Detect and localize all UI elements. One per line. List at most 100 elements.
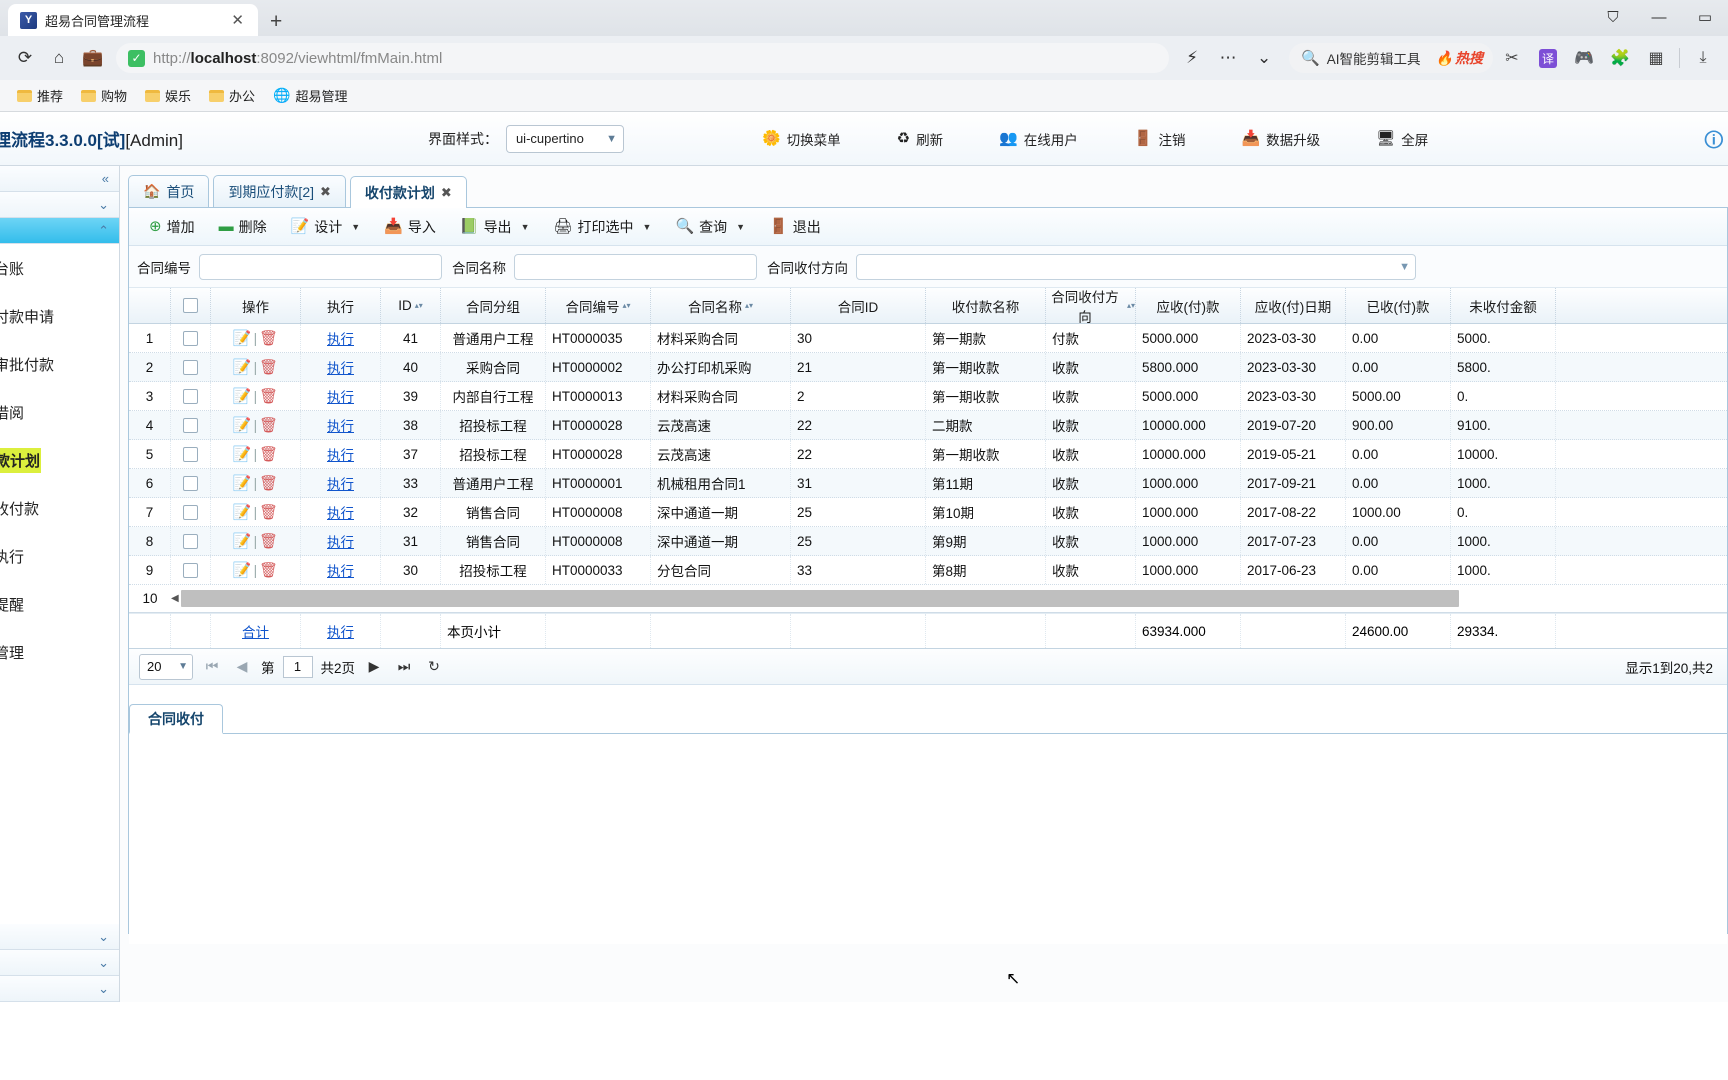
close-tab-icon[interactable]: ✖ xyxy=(441,185,452,201)
sidebar-item-payment-request[interactable]: 付款申请 xyxy=(0,292,119,340)
bookmark-item[interactable]: 办公 xyxy=(202,83,262,108)
execute-link[interactable]: 执行 xyxy=(327,502,354,522)
import-button[interactable]: 📥 导入 xyxy=(372,217,448,237)
bookmark-item[interactable]: 娱乐 xyxy=(138,83,198,108)
sidebar-collapse-bar-2[interactable]: ⌄ xyxy=(0,192,119,218)
bookmark-item[interactable]: 🌐 超易管理 xyxy=(266,83,354,108)
row-checkbox[interactable] xyxy=(183,417,198,433)
execute-link[interactable]: 执行 xyxy=(327,531,354,551)
edit-icon[interactable]: 📝 xyxy=(233,532,252,550)
ui-style-select[interactable]: ui-cupertino ▼ xyxy=(505,124,624,153)
translate-icon[interactable]: 译 xyxy=(1531,41,1565,75)
close-tab-icon[interactable]: ✖ xyxy=(320,184,331,200)
refresh-page-button[interactable]: ↻ xyxy=(423,658,445,675)
game-icon[interactable]: 🎮 xyxy=(1567,41,1601,75)
page-number-input[interactable]: 1 xyxy=(282,655,313,678)
grid-header-code[interactable]: 合同编号 ▴▾ xyxy=(546,288,651,323)
contract-number-filter[interactable] xyxy=(199,253,442,280)
hot-search-badge[interactable]: 🔥 热搜 xyxy=(1436,48,1483,68)
execute-link[interactable]: 执行 xyxy=(327,444,354,464)
delete-icon[interactable]: 🗑 xyxy=(259,532,278,550)
edit-icon[interactable]: 📝 xyxy=(233,561,252,579)
header-menu-online-users[interactable]: 👥 在线用户 xyxy=(971,129,1106,149)
sidebar-item-payment-plan[interactable]: 款计划 xyxy=(0,436,119,484)
sidebar-item-approve-payment[interactable]: 审批付款 xyxy=(0,340,119,388)
table-row[interactable]: 4 📝 | 🗑 执行 38 招投标工程 HT0000028 云茂高速 22 二期款 收款 10000.0… xyxy=(129,411,1727,440)
first-page-button[interactable]: ⏮ xyxy=(201,658,223,675)
total-exec[interactable]: 执行 xyxy=(301,614,381,648)
next-page-button[interactable]: ▶ xyxy=(363,658,385,675)
header-menu-data-upgrade[interactable]: 📥 数据升级 xyxy=(1213,129,1348,149)
sidebar-item-receipts[interactable]: 收付款 xyxy=(0,484,119,532)
scroll-left-icon[interactable]: ◀ xyxy=(171,593,179,604)
download-icon[interactable]: ⤓ xyxy=(1686,41,1720,75)
table-row[interactable]: 7 📝 | 🗑 执行 32 销售合同 HT0000008 深中通道一期 25 第10期 收款 1000.… xyxy=(129,498,1727,527)
execute-link[interactable]: 执行 xyxy=(327,560,354,580)
delete-icon[interactable]: 🗑 xyxy=(259,329,278,347)
close-tab-icon[interactable]: ✕ xyxy=(227,11,248,29)
sidebar-item-manage[interactable]: 管理 xyxy=(0,628,119,676)
more-options-icon[interactable]: ⋯ xyxy=(1211,41,1245,75)
edit-icon[interactable]: 📝 xyxy=(233,387,252,405)
last-page-button[interactable]: ⏭ xyxy=(393,658,415,675)
sub-tab-contract-payment[interactable]: 合同收付 xyxy=(129,704,223,734)
browser-search-box[interactable]: 🔍 AI智能剪辑工具 🔥 热搜 xyxy=(1289,43,1493,73)
select-all-checkbox[interactable] xyxy=(183,298,198,313)
edit-icon[interactable]: 📝 xyxy=(233,445,252,463)
sidebar-collapse-bar-3[interactable]: ⌄ xyxy=(0,924,119,950)
export-button[interactable]: 📗 导出 ▼ xyxy=(448,217,542,237)
row-checkbox[interactable] xyxy=(183,475,198,491)
address-bar[interactable]: ✓ http://localhost:8092/viewhtml/fmMain.… xyxy=(116,43,1170,73)
exit-button[interactable]: 🚪 退出 xyxy=(757,217,833,237)
edit-icon[interactable]: 📝 xyxy=(233,503,252,521)
table-row[interactable]: 6 📝 | 🗑 执行 33 普通用户工程 HT0000001 机械租用合同1 31 第11期 收款 10… xyxy=(129,469,1727,498)
horizontal-scrollbar-thumb[interactable] xyxy=(180,590,1459,607)
help-icon[interactable]: 🛈 xyxy=(1704,126,1724,160)
delete-icon[interactable]: 🗑 xyxy=(259,445,278,463)
tab-payment-plan[interactable]: 收付款计划 ✖ xyxy=(349,176,467,208)
edit-icon[interactable]: 📝 xyxy=(233,416,252,434)
row-checkbox-cell[interactable] xyxy=(171,498,211,526)
sidebar-collapse-bar-1[interactable]: « xyxy=(0,166,119,192)
payment-direction-filter[interactable]: ▼ xyxy=(856,253,1416,280)
delete-icon[interactable]: 🗑 xyxy=(259,387,278,405)
row-checkbox-cell[interactable] xyxy=(171,469,211,497)
chevron-down-icon[interactable]: ⌄ xyxy=(1247,41,1281,75)
row-checkbox[interactable] xyxy=(183,359,198,375)
select-all-header[interactable] xyxy=(171,288,211,323)
header-menu-refresh[interactable]: ♻ 刷新 xyxy=(869,129,971,149)
row-checkbox-cell[interactable] xyxy=(171,353,211,381)
execute-link[interactable]: 执行 xyxy=(327,415,354,435)
prev-page-button[interactable]: ◀ xyxy=(231,658,253,675)
briefcase-icon[interactable]: 💼 xyxy=(76,41,110,75)
delete-icon[interactable]: 🗑 xyxy=(259,503,278,521)
bookmark-item[interactable]: 推荐 xyxy=(10,83,70,108)
table-row[interactable]: 1 📝 | 🗑 执行 41 普通用户工程 HT0000035 材料采购合同 30 第一期款 付款 500… xyxy=(129,324,1727,353)
row-checkbox[interactable] xyxy=(183,562,198,578)
minimize-window-button[interactable]: — xyxy=(1636,2,1682,32)
header-menu-logout[interactable]: 🚪 注销 xyxy=(1106,129,1214,149)
grid-horizontal-scroll-row[interactable]: 10 ◀ xyxy=(129,585,1727,613)
edit-icon[interactable]: 📝 xyxy=(233,329,252,347)
row-checkbox-cell[interactable] xyxy=(171,382,211,410)
grid-header-cname[interactable]: 合同名称 ▴▾ xyxy=(651,288,791,323)
row-checkbox[interactable] xyxy=(183,330,198,346)
reload-icon[interactable]: ⟳ xyxy=(8,41,42,75)
apps-grid-icon[interactable]: ▦ xyxy=(1639,41,1673,75)
header-menu-switch-menu[interactable]: 🌼 切换菜单 xyxy=(734,129,869,149)
sidebar-item-reminder[interactable]: 提醒 xyxy=(0,580,119,628)
bookmark-item[interactable]: 购物 xyxy=(74,83,134,108)
table-row[interactable]: 9 📝 | 🗑 执行 30 招投标工程 HT0000033 分包合同 33 第8期 收款 1000.00… xyxy=(129,556,1727,585)
maximize-window-button[interactable]: ▭ xyxy=(1682,2,1728,32)
row-checkbox[interactable] xyxy=(183,533,198,549)
sidebar-collapse-bar-5[interactable]: ⌄ xyxy=(0,976,119,1002)
edit-icon[interactable]: 📝 xyxy=(233,474,252,492)
tab-due-payables[interactable]: 到期应付款[2] ✖ xyxy=(213,175,346,207)
grid-header-dir[interactable]: 合同收付方向 ▴▾ xyxy=(1046,288,1136,325)
total-label[interactable]: 合计 xyxy=(211,614,301,648)
new-tab-button[interactable]: + xyxy=(258,11,294,36)
sidebar-collapse-bar-active[interactable]: ⌃ xyxy=(0,218,119,244)
delete-icon[interactable]: 🗑 xyxy=(259,474,278,492)
execute-link[interactable]: 执行 xyxy=(327,328,354,348)
sidebar-item-borrow[interactable]: 借阅 xyxy=(0,388,119,436)
